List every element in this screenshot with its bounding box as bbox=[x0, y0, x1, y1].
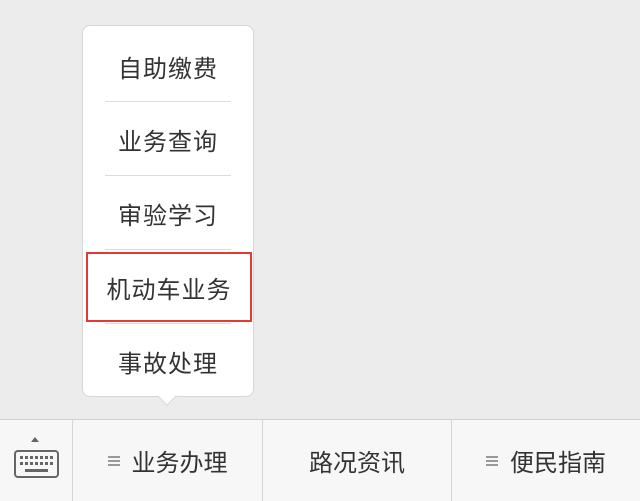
menu-divider bbox=[105, 175, 231, 176]
tab-label: 路况资讯 bbox=[309, 449, 405, 477]
tab-label: 业务办理 bbox=[131, 449, 228, 477]
menu-item-motor-vehicle-business[interactable]: 机动车业务 bbox=[86, 252, 252, 322]
tab-business-handling[interactable]: 业务办理 bbox=[73, 420, 263, 501]
tab-convenience-guide[interactable]: 便民指南 bbox=[452, 420, 640, 501]
menu-divider bbox=[105, 323, 231, 324]
tab-label: 便民指南 bbox=[510, 449, 606, 477]
submenu-popup: 自助缴费 业务查询 审验学习 机动车业务 事故处理 bbox=[82, 25, 254, 397]
keyboard-icon bbox=[14, 450, 59, 478]
menu-item-inspection-study[interactable]: 审验学习 bbox=[83, 177, 253, 250]
menu-divider bbox=[105, 249, 231, 250]
menu-item-business-query[interactable]: 业务查询 bbox=[83, 103, 253, 176]
menu-icon bbox=[107, 455, 120, 467]
menu-divider bbox=[105, 101, 231, 102]
menu-item-self-payment[interactable]: 自助缴费 bbox=[83, 30, 253, 103]
menu-icon bbox=[486, 455, 498, 467]
tab-traffic-info[interactable]: 路况资讯 bbox=[263, 420, 452, 501]
caret-up-icon bbox=[31, 437, 39, 442]
bottom-menu-bar: 业务办理 路况资讯 便民指南 bbox=[0, 419, 640, 501]
keyboard-toggle-button[interactable] bbox=[0, 420, 73, 501]
